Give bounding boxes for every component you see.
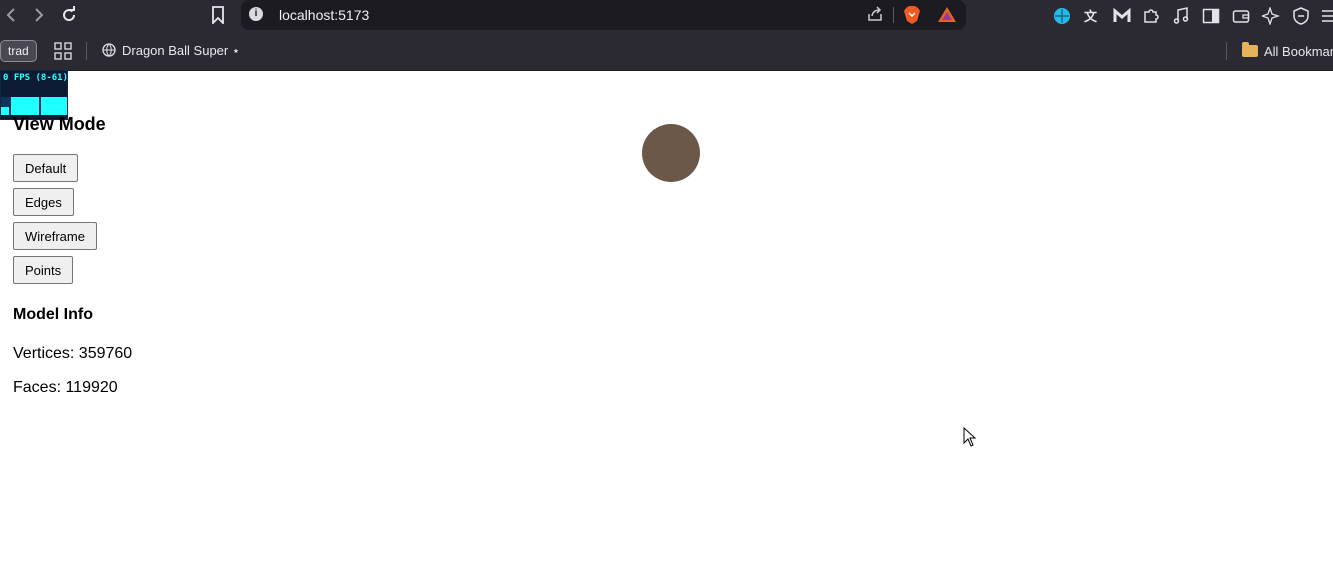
folder-icon xyxy=(1242,42,1258,57)
wireframe-mode-button[interactable]: Wireframe xyxy=(13,222,97,250)
apps-grid-icon[interactable] xyxy=(54,42,72,60)
bookmark-icon[interactable] xyxy=(207,4,229,26)
mouse-cursor-icon xyxy=(963,426,977,447)
fps-stats-panel[interactable]: 0 FPS (8-61) xyxy=(0,70,68,120)
bookmark-label: Dragon Ball Super ⋆ xyxy=(122,43,240,58)
globe-icon xyxy=(102,42,116,60)
address-bar[interactable]: i localhost:5173 xyxy=(241,0,966,30)
back-icon[interactable] xyxy=(0,4,22,26)
divider xyxy=(893,7,894,23)
points-mode-button[interactable]: Points xyxy=(13,256,74,284)
reload-icon[interactable] xyxy=(58,4,80,26)
3d-model-viewport[interactable] xyxy=(642,124,700,182)
bookmark-dragon-ball[interactable]: Dragon Ball Super ⋆ xyxy=(102,41,240,61)
music-icon[interactable] xyxy=(1171,6,1191,26)
bookmarks-bar: trad Dragon Ball Super ⋆ All Bookmarks xyxy=(0,32,1333,71)
leo-ai-icon[interactable] xyxy=(1261,6,1281,26)
bookmark-trad[interactable]: trad xyxy=(0,40,37,62)
wallet-icon[interactable] xyxy=(1231,6,1251,26)
fps-graph xyxy=(1,97,67,115)
fps-graph-bar xyxy=(11,97,39,115)
fps-graph-bar xyxy=(41,97,67,115)
brave-shields-icon[interactable] xyxy=(903,5,921,25)
divider xyxy=(86,42,87,60)
default-mode-button[interactable]: Default xyxy=(13,154,79,182)
view-mode-heading: View Mode xyxy=(13,114,106,134)
divider xyxy=(1226,42,1227,60)
translate-icon[interactable]: 文 xyxy=(1082,6,1102,26)
vpn-icon[interactable] xyxy=(1291,6,1311,26)
share-icon[interactable] xyxy=(867,6,883,22)
model-info-heading: Model Info xyxy=(13,306,93,323)
all-bookmarks-label: All Bookmarks xyxy=(1264,43,1333,59)
edges-mode-button[interactable]: Edges xyxy=(13,188,74,216)
extension-globe-icon[interactable] xyxy=(1052,6,1072,26)
malwarebytes-icon[interactable] xyxy=(1112,6,1132,26)
menu-icon[interactable] xyxy=(1318,6,1333,26)
puzzle-icon[interactable] xyxy=(1141,6,1161,26)
info-icon[interactable]: i xyxy=(249,7,263,21)
fps-label: 0 FPS (8-61) xyxy=(3,73,69,83)
browser-toolbar: i localhost:5173 文 xyxy=(0,0,1333,32)
forward-icon[interactable] xyxy=(28,4,50,26)
url-text[interactable]: localhost:5173 xyxy=(279,7,369,23)
vertices-count: Vertices: 359760 xyxy=(13,345,133,362)
all-bookmarks-folder[interactable]: All Bookmarks xyxy=(1242,41,1333,61)
svg-text:文: 文 xyxy=(1084,9,1098,25)
sidebar-icon[interactable] xyxy=(1201,6,1221,26)
brave-rewards-icon[interactable] xyxy=(937,5,957,25)
faces-count: Faces: 119920 xyxy=(13,379,118,396)
fps-graph-bar xyxy=(1,107,9,115)
